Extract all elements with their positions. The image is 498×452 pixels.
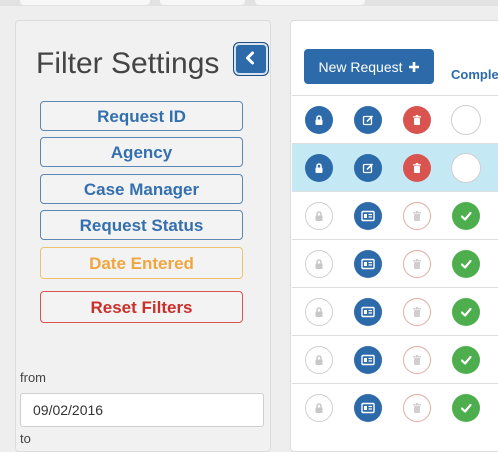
- complete-toggle[interactable]: [452, 394, 480, 422]
- request-row[interactable]: [292, 95, 498, 143]
- id-card-icon: [361, 258, 375, 270]
- new-request-label: New Request: [318, 58, 403, 75]
- id-card-icon: [361, 306, 375, 318]
- id-card-icon: [361, 354, 375, 366]
- from-date-label: from: [20, 370, 46, 385]
- lock-icon: [313, 258, 325, 270]
- complete-toggle[interactable]: [452, 202, 480, 230]
- filter-settings-title: Filter Settings: [36, 47, 220, 80]
- requests-panel: New Request Comple: [290, 20, 498, 452]
- check-icon: [459, 401, 473, 415]
- trash-icon: [411, 258, 423, 270]
- view-details-button[interactable]: [354, 346, 382, 374]
- check-icon: [459, 305, 473, 319]
- trash-icon: [411, 114, 423, 126]
- edit-button[interactable]: [354, 106, 382, 134]
- lock-button[interactable]: [305, 394, 333, 422]
- filter-request-status-button[interactable]: Request Status: [40, 210, 243, 240]
- edit-icon: [362, 114, 374, 126]
- lock-button[interactable]: [305, 346, 333, 374]
- lock-icon: [313, 210, 325, 222]
- view-details-button[interactable]: [354, 202, 382, 230]
- lock-button[interactable]: [305, 298, 333, 326]
- request-row[interactable]: [292, 383, 498, 431]
- check-icon: [459, 257, 473, 271]
- delete-button[interactable]: [403, 346, 431, 374]
- request-row[interactable]: [292, 239, 498, 287]
- lock-button[interactable]: [305, 106, 333, 134]
- tab[interactable]: [20, 0, 150, 5]
- complete-toggle[interactable]: [451, 153, 481, 183]
- complete-toggle[interactable]: [451, 105, 481, 135]
- id-card-icon: [361, 210, 375, 222]
- lock-icon: [313, 354, 325, 366]
- check-icon: [459, 209, 473, 223]
- trash-icon: [411, 354, 423, 366]
- view-details-button[interactable]: [354, 298, 382, 326]
- filter-request-id-button[interactable]: Request ID: [40, 101, 243, 131]
- lock-icon: [313, 402, 325, 414]
- delete-button[interactable]: [403, 154, 431, 182]
- view-details-button[interactable]: [354, 250, 382, 278]
- lock-icon: [313, 114, 325, 126]
- complete-toggle[interactable]: [452, 298, 480, 326]
- lock-icon: [313, 162, 325, 174]
- request-row[interactable]: [292, 287, 498, 335]
- delete-button[interactable]: [403, 298, 431, 326]
- plus-icon: [408, 61, 419, 72]
- tab[interactable]: [160, 0, 245, 5]
- delete-button[interactable]: [403, 202, 431, 230]
- check-icon: [459, 353, 473, 367]
- edit-icon: [362, 162, 374, 174]
- reset-filters-button[interactable]: Reset Filters: [40, 291, 243, 323]
- to-date-label: to: [20, 431, 31, 446]
- id-card-icon: [361, 402, 375, 414]
- filter-date-entered-button[interactable]: Date Entered: [40, 247, 243, 279]
- view-details-button[interactable]: [354, 394, 382, 422]
- trash-icon: [411, 162, 423, 174]
- filter-settings-panel: Filter Settings Request ID Agency Case M…: [15, 20, 271, 452]
- collapse-panel-button[interactable]: [233, 42, 269, 76]
- from-date-input[interactable]: [20, 393, 264, 427]
- request-row[interactable]: [292, 335, 498, 383]
- filter-agency-button[interactable]: Agency: [40, 137, 243, 167]
- edit-button[interactable]: [354, 154, 382, 182]
- lock-button[interactable]: [305, 154, 333, 182]
- trash-icon: [411, 210, 423, 222]
- complete-column-header: Comple: [451, 67, 498, 82]
- complete-toggle[interactable]: [452, 346, 480, 374]
- delete-button[interactable]: [403, 394, 431, 422]
- complete-toggle[interactable]: [452, 250, 480, 278]
- lock-button[interactable]: [305, 250, 333, 278]
- filter-case-manager-button[interactable]: Case Manager: [40, 174, 243, 204]
- lock-icon: [313, 306, 325, 318]
- trash-icon: [411, 306, 423, 318]
- delete-button[interactable]: [403, 106, 431, 134]
- request-row[interactable]: [292, 143, 498, 191]
- new-request-button[interactable]: New Request: [304, 49, 434, 84]
- tab[interactable]: [255, 0, 365, 5]
- delete-button[interactable]: [403, 250, 431, 278]
- request-row[interactable]: [292, 191, 498, 239]
- trash-icon: [411, 402, 423, 414]
- lock-button[interactable]: [305, 202, 333, 230]
- top-tab-strip: [0, 0, 498, 6]
- chevron-left-icon: [246, 51, 254, 65]
